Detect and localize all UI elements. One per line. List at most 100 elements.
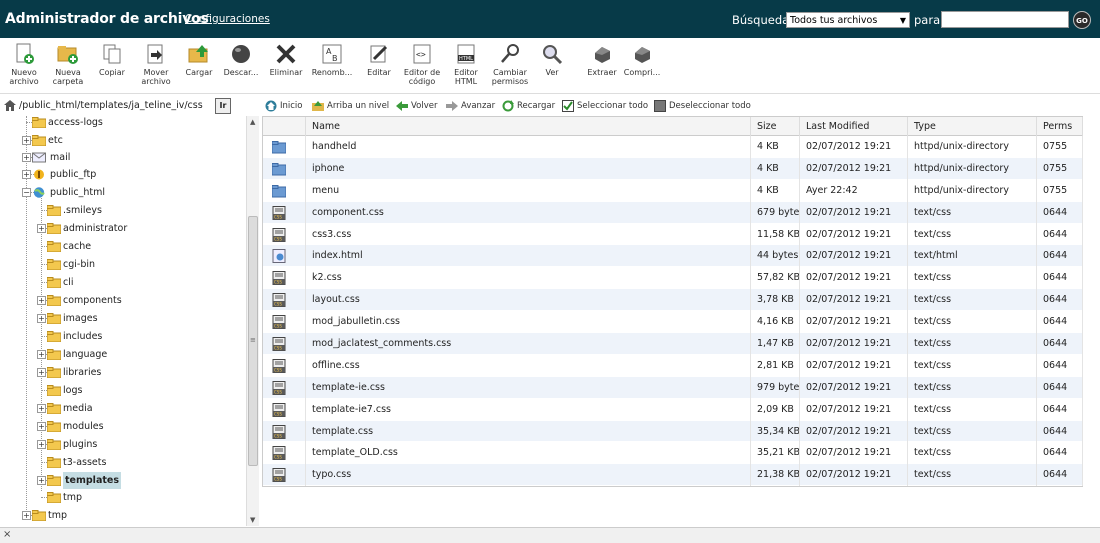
cell-name[interactable]: typo.css — [306, 464, 751, 487]
search-go-button[interactable]: GO — [1073, 11, 1091, 29]
home-icon[interactable] — [4, 100, 16, 111]
nav-reload-button[interactable]: Recargar — [502, 98, 555, 114]
table-row[interactable]: CSS template-ie.css 979 bytes 02/07/2012 19… — [263, 376, 1083, 399]
tree-item-templates[interactable]: + templates — [0, 472, 240, 489]
column-header-size[interactable]: Size — [751, 117, 800, 136]
toolbar-view-button[interactable]: Ver — [540, 43, 564, 77]
nav-back-button[interactable]: Volver — [396, 98, 437, 114]
cell-name[interactable]: iphone — [306, 157, 751, 180]
column-header-type[interactable]: Type — [908, 117, 1037, 136]
cell-name[interactable]: template-ie7.css — [306, 398, 751, 421]
cell-name[interactable]: offline.css — [306, 354, 751, 377]
table-row[interactable]: CSS typo.css 21,38 KB 02/07/2012 19:21 text/… — [263, 464, 1083, 487]
tree-item-logs[interactable]: logs — [0, 382, 240, 399]
nav-forward-button[interactable]: Avanzar — [446, 98, 495, 114]
table-row[interactable]: CSS template_OLD.css 35,21 KB 02/07/2012 19… — [263, 442, 1083, 465]
nav-select-all-button[interactable]: Seleccionar todo — [562, 98, 648, 114]
tree-item-cache[interactable]: cache — [0, 238, 240, 255]
toolbar-permissions-button[interactable]: Cambiar permisos — [488, 43, 532, 86]
toolbar-delete-button[interactable]: Eliminar — [266, 43, 306, 77]
cell-name[interactable]: k2.css — [306, 267, 751, 290]
toolbar-html-editor-button[interactable]: HTML Editor HTML — [451, 43, 481, 86]
tree-item-includes[interactable]: includes — [0, 328, 240, 345]
toolbar-upload-button[interactable]: Cargar — [182, 43, 216, 77]
tree-item-public-ftp[interactable]: + public_ftp — [0, 166, 240, 183]
table-row[interactable]: CSS template-ie7.css 2,09 KB 02/07/2012 19:… — [263, 398, 1083, 421]
toolbar-move-button[interactable]: Mover archivo — [139, 43, 173, 86]
toolbar-compress-button[interactable]: Compri... — [622, 43, 662, 77]
table-row[interactable]: CSS k2.css 57,82 KB 02/07/2012 19:21 text/cs… — [263, 267, 1083, 290]
tree-item-etc[interactable]: + etc — [0, 132, 240, 149]
table-row[interactable]: iphone 4 KB 02/07/2012 19:21 httpd/unix-dir… — [263, 157, 1083, 180]
table-row[interactable]: CSS css3.css 11,58 KB 02/07/2012 19:21 text/… — [263, 223, 1083, 246]
table-row[interactable]: CSS layout.css 3,78 KB 02/07/2012 19:21 text… — [263, 289, 1083, 312]
tree-item-cgi-bin[interactable]: cgi-bin — [0, 256, 240, 273]
expand-icon[interactable]: + — [22, 153, 31, 162]
expand-icon[interactable]: + — [37, 422, 46, 431]
cell-name[interactable]: mod_jabulletin.css — [306, 311, 751, 334]
tree-item-images[interactable]: + images — [0, 310, 240, 327]
toolbar-download-button[interactable]: Descar... — [221, 43, 261, 77]
toolbar-rename-button[interactable]: A B Renomb... — [311, 43, 353, 77]
toolbar-new-file-button[interactable]: Nuevo archivo — [7, 43, 41, 86]
tree-item-cli[interactable]: cli — [0, 274, 240, 291]
expand-icon[interactable]: + — [37, 368, 46, 377]
cell-name[interactable]: css3.css — [306, 223, 751, 246]
expand-icon[interactable]: + — [37, 224, 46, 233]
expand-icon[interactable]: + — [22, 170, 31, 179]
collapse-icon[interactable]: − — [22, 188, 31, 197]
tree-item-libraries[interactable]: + libraries — [0, 364, 240, 381]
table-row[interactable]: CSS mod_jaclatest_comments.css 1,47 KB 02/0… — [263, 333, 1083, 355]
tree-item-tmp[interactable]: tmp — [0, 489, 240, 506]
column-header-last-modified[interactable]: Last Modified — [800, 117, 908, 136]
tree-item-plugins[interactable]: + plugins — [0, 436, 240, 453]
nav-deselect-all-button[interactable]: Deseleccionar todo — [654, 98, 751, 114]
tree-item-tmp[interactable]: + tmp — [0, 507, 240, 524]
expand-icon[interactable]: + — [37, 314, 46, 323]
expand-icon[interactable]: + — [37, 296, 46, 305]
cell-name[interactable]: menu — [306, 179, 751, 202]
expand-icon[interactable]: + — [37, 440, 46, 449]
path-input[interactable]: /public_html/templates/ja_teline_iv/css — [17, 99, 210, 114]
expand-icon[interactable]: + — [37, 404, 46, 413]
tree-item-components[interactable]: + components — [0, 292, 240, 309]
search-input[interactable] — [941, 11, 1069, 28]
table-row[interactable]: CSS template.css 35,34 KB 02/07/2012 19:21 t… — [263, 420, 1083, 443]
expand-icon[interactable]: + — [22, 511, 31, 520]
tree-item-language[interactable]: + language — [0, 346, 240, 363]
cell-name[interactable]: template-ie.css — [306, 376, 751, 399]
cell-name[interactable]: index.html — [306, 245, 751, 268]
table-row[interactable]: CSS offline.css 2,81 KB 02/07/2012 19:21 tex… — [263, 354, 1083, 377]
tree-item-smileys[interactable]: .smileys — [0, 202, 240, 219]
table-row[interactable]: menu 4 KB Ayer 22:42 httpd/unix-directory 07… — [263, 179, 1083, 202]
column-header-perms[interactable]: Perms — [1037, 117, 1083, 136]
scroll-up-icon[interactable]: ▲ — [250, 118, 255, 126]
search-scope-select[interactable]: Todos tus archivos ▼ — [786, 12, 910, 28]
tree-item-administrator[interactable]: + administrator — [0, 220, 240, 237]
scroll-down-icon[interactable]: ▼ — [250, 516, 255, 524]
cell-name[interactable]: handheld — [306, 136, 751, 158]
table-row[interactable]: CSS component.css 679 bytes 02/07/2012 19:2… — [263, 201, 1083, 224]
cell-name[interactable]: component.css — [306, 201, 751, 224]
cell-name[interactable]: layout.css — [306, 289, 751, 312]
nav-home-button[interactable]: Inicio — [265, 98, 303, 114]
table-row[interactable]: handheld 4 KB 02/07/2012 19:21 httpd/unix-d… — [263, 136, 1083, 158]
tree-item-mail[interactable]: + mail — [0, 149, 240, 166]
close-icon[interactable]: × — [3, 529, 11, 540]
expand-icon[interactable]: + — [22, 136, 31, 145]
column-header-name[interactable]: Name — [306, 117, 751, 136]
table-row[interactable]: index.html 44 bytes 02/07/2012 19:21 text/h… — [263, 245, 1083, 268]
nav-up-button[interactable]: Arriba un nivel — [312, 98, 389, 114]
cell-name[interactable]: mod_jaclatest_comments.css — [306, 333, 751, 355]
cell-name[interactable]: template.css — [306, 420, 751, 443]
table-row[interactable]: CSS mod_jabulletin.css 4,16 KB 02/07/2012 1… — [263, 311, 1083, 334]
tree-scrollbar[interactable]: ▲ ≡ ▼ — [246, 116, 259, 526]
settings-link[interactable]: Configuraciones — [185, 13, 270, 25]
tree-item-access-logs[interactable]: access-logs — [0, 116, 240, 131]
toolbar-extract-button[interactable]: Extraer — [585, 43, 619, 77]
tree-item-t3-assets[interactable]: t3-assets — [0, 454, 240, 471]
toolbar-edit-button[interactable]: Editar — [364, 43, 394, 77]
tree-item-modules[interactable]: + modules — [0, 418, 240, 435]
path-go-button[interactable]: Ir — [215, 98, 231, 114]
tree-item-public-html[interactable]: − public_html — [0, 184, 240, 201]
